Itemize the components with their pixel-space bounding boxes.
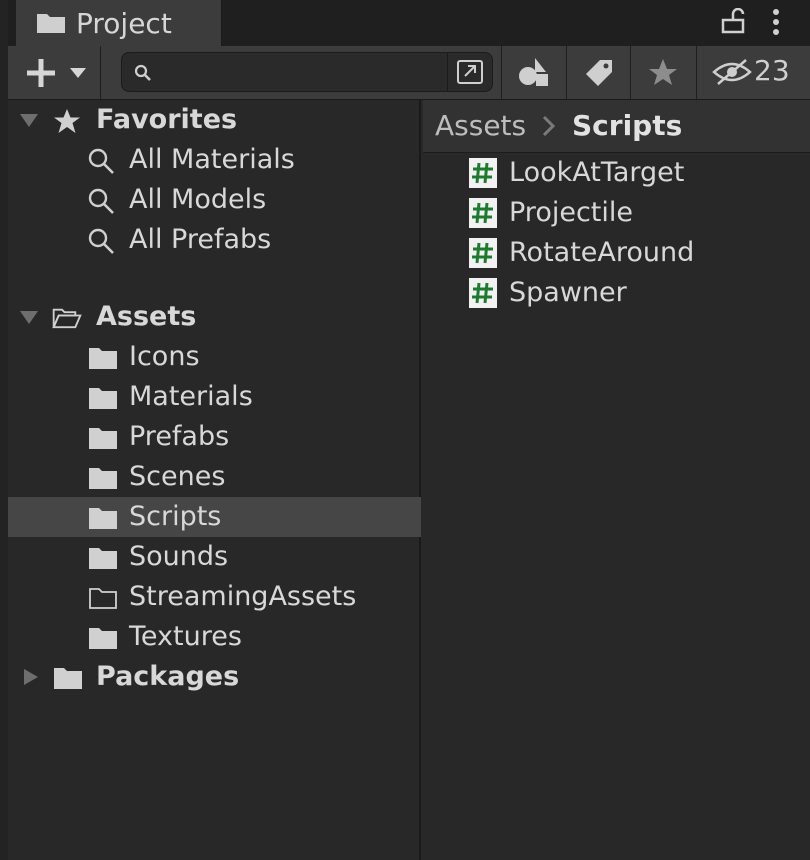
folder-contents-pane[interactable]: Assets Scripts LookAtTarget Projectile R…	[423, 100, 810, 860]
breadcrumb: Assets Scripts	[423, 100, 810, 153]
hidden-packages-toggle[interactable]: 23	[698, 46, 810, 99]
tree-item-scripts[interactable]: Scripts	[8, 497, 421, 537]
folder-icon	[54, 668, 82, 689]
folder-icon	[89, 508, 117, 529]
folder-icon	[89, 348, 117, 369]
file-item-spawner[interactable]: Spawner	[423, 273, 810, 313]
search-field[interactable]	[121, 52, 493, 92]
breadcrumb-current[interactable]: Scripts	[572, 106, 682, 146]
file-label: Projectile	[509, 197, 633, 228]
search-icon	[88, 188, 114, 214]
toolbar-divider	[501, 46, 502, 99]
tree-item-sounds[interactable]: Sounds	[8, 537, 421, 577]
tree-item-textures[interactable]: Textures	[8, 617, 421, 657]
more-options-icon[interactable]	[766, 8, 786, 36]
tree-item-label: Packages	[96, 661, 240, 692]
csharp-script-icon	[469, 198, 497, 228]
chevron-right-icon	[542, 115, 556, 137]
file-label: RotateAround	[509, 237, 695, 268]
tree-item-label: Sounds	[129, 541, 229, 572]
search-input[interactable]	[162, 57, 446, 89]
project-window: Project 23 Favorites All Materials All M…	[0, 0, 810, 860]
folder-tree[interactable]: Favorites All Materials All Models All P…	[8, 100, 421, 860]
tree-item-all-prefabs[interactable]: All Prefabs	[8, 220, 421, 260]
expanded-arrow-icon[interactable]	[20, 309, 38, 325]
tree-item-label: Textures	[129, 621, 242, 652]
tree-item-label: All Prefabs	[129, 224, 272, 255]
file-item-projectile[interactable]: Projectile	[423, 193, 810, 233]
tab-title: Project	[76, 7, 172, 40]
collapsed-arrow-icon[interactable]	[22, 669, 40, 685]
eye-slash-icon	[712, 59, 752, 85]
tree-item-label: All Materials	[129, 144, 295, 175]
tree-item-packages[interactable]: Packages	[8, 657, 421, 697]
tag-icon	[586, 60, 612, 86]
tree-item-favorites[interactable]: Favorites	[8, 100, 421, 140]
tree-item-icons[interactable]: Icons	[8, 337, 421, 377]
tree-item-all-models[interactable]: All Models	[8, 180, 421, 220]
tab-bar: Project	[8, 0, 810, 47]
toolbar-divider	[696, 46, 697, 99]
tree-item-label: Prefabs	[129, 421, 230, 452]
tree-item-scenes[interactable]: Scenes	[8, 457, 421, 497]
tree-item-label: StreamingAssets	[129, 581, 357, 612]
toolbar-divider	[630, 46, 631, 99]
tree-item-prefabs[interactable]: Prefabs	[8, 417, 421, 457]
search-by-label-button[interactable]	[568, 46, 630, 99]
toolbar-divider	[100, 46, 101, 99]
file-item-lookattarget[interactable]: LookAtTarget	[423, 153, 810, 193]
tree-item-materials[interactable]: Materials	[8, 377, 421, 417]
folder-icon	[89, 548, 117, 569]
expanded-arrow-icon[interactable]	[20, 112, 38, 128]
tree-item-label: Assets	[96, 301, 197, 332]
plus-icon	[27, 59, 55, 87]
folder-icon	[89, 468, 117, 489]
empty-folder-icon	[89, 588, 117, 609]
breadcrumb-root[interactable]: Assets	[435, 106, 526, 146]
tree-item-label: Scripts	[129, 501, 222, 532]
tree-item-assets[interactable]: Assets	[8, 297, 421, 337]
tree-item-label: Scenes	[129, 461, 226, 492]
hidden-packages-count: 23	[754, 54, 790, 87]
favorites-filter-button[interactable]	[632, 46, 694, 99]
shapes-icon	[519, 58, 548, 86]
search-icon	[88, 228, 114, 254]
csharp-script-icon	[469, 238, 497, 268]
file-item-rotatearound[interactable]: RotateAround	[423, 233, 810, 273]
csharp-script-icon	[469, 278, 497, 308]
search-by-type-button[interactable]	[504, 46, 566, 99]
search-icon	[134, 64, 151, 81]
toolbar-divider	[566, 46, 567, 99]
tree-item-label: Materials	[129, 381, 253, 412]
folder-icon	[89, 628, 117, 649]
search-icon	[88, 148, 114, 174]
file-label: Spawner	[509, 277, 627, 308]
tab-project[interactable]: Project	[16, 0, 222, 46]
tree-item-label: All Models	[129, 184, 267, 215]
star-icon	[54, 109, 80, 133]
lock-icon[interactable]	[720, 8, 746, 34]
tree-item-all-materials[interactable]: All Materials	[8, 140, 421, 180]
tree-item-streamingassets[interactable]: StreamingAssets	[8, 577, 421, 617]
folder-icon	[37, 14, 65, 33]
create-button[interactable]	[12, 46, 94, 99]
star-icon	[649, 59, 677, 85]
search-mode-button[interactable]	[447, 53, 492, 91]
toolbar: 23	[8, 46, 810, 100]
tree-item-label: Favorites	[96, 104, 238, 135]
open-folder-icon	[52, 308, 82, 329]
expand-search-icon	[457, 60, 483, 84]
tree-item-label: Icons	[129, 341, 200, 372]
folder-icon	[89, 388, 117, 409]
file-label: LookAtTarget	[509, 157, 685, 188]
folder-icon	[89, 428, 117, 449]
chevron-down-icon	[70, 68, 86, 78]
csharp-script-icon	[469, 158, 497, 188]
